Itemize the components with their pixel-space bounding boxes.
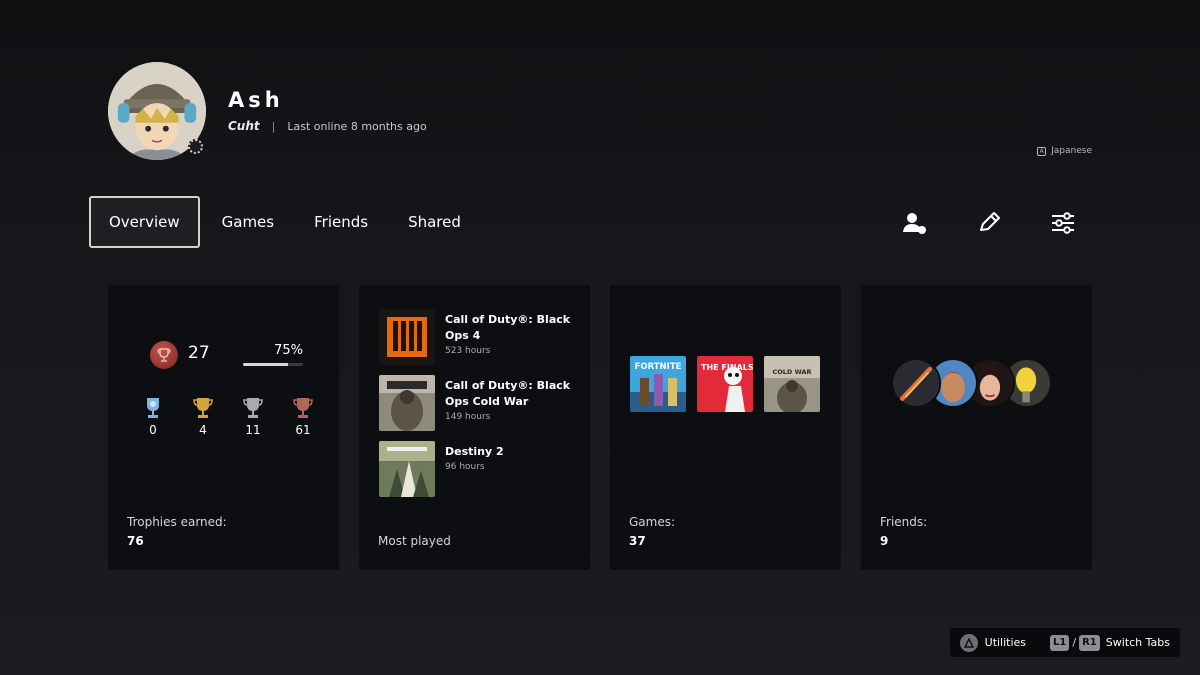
profile-name: Ash [228, 88, 284, 112]
r1-button-icon: R1 [1079, 634, 1100, 651]
separator: | [271, 119, 276, 133]
add-friend-icon [903, 213, 926, 234]
edit-profile-button[interactable] [974, 208, 1004, 238]
silver-count: 11 [245, 423, 261, 437]
gold-trophy-icon [193, 398, 213, 418]
trophy-level-icon [150, 341, 178, 369]
destiny-2-thumbnail [379, 441, 435, 497]
platinum-count: 0 [149, 423, 157, 437]
fortnite-cover: FORTNITE [630, 356, 686, 412]
most-played-card[interactable]: Call of Duty®: Black Ops 4 523 hours Cal… [359, 285, 590, 570]
most-played-footer: Most played [378, 534, 451, 548]
online-status-icon [188, 139, 203, 154]
switch-tabs-hint[interactable]: Switch Tabs [1106, 636, 1170, 649]
friend-avatars [891, 358, 1052, 408]
level-progress-text: 75% [274, 343, 303, 358]
bronze-count: 61 [295, 423, 311, 437]
add-friend-button[interactable] [900, 208, 930, 238]
cold-war-cover: COLD WAR [764, 356, 820, 412]
fortnite-cover-title: FORTNITE [635, 362, 682, 372]
most-played-item[interactable]: Call of Duty®: Black Ops Cold War 149 ho… [379, 375, 585, 431]
language-label: Japanese [1051, 146, 1092, 156]
friends-card[interactable]: Friends: 9 [861, 285, 1092, 570]
game-title: Destiny 2 [445, 445, 504, 458]
friends-label: Friends: [880, 515, 928, 529]
utilities-hint[interactable]: Utilities [985, 636, 1026, 649]
language-indicator: A Japanese [1037, 146, 1092, 156]
tab-friends[interactable]: Friends [296, 196, 386, 248]
hint-slash: / [1072, 636, 1077, 649]
cold-war-thumbnail [379, 375, 435, 431]
platinum-trophy-icon [147, 398, 159, 418]
black-ops-4-thumbnail [379, 309, 435, 365]
game-covers: FORTNITE THE FINALS COLD WAR [630, 356, 831, 412]
profile-toolbar [900, 208, 1078, 238]
games-count: 37 [629, 534, 646, 548]
game-title: Call of Duty®: Black Ops Cold War [445, 379, 571, 408]
trophies-card[interactable]: 27 75% 0 4 11 61 Trophies earned: 76 [108, 285, 339, 570]
controller-hint-bar: Utilities L1 / R1 Switch Tabs [949, 628, 1180, 657]
game-title: Call of Duty®: Black Ops 4 [445, 313, 571, 342]
profile-screen: Ash Cuht | Last online 8 months ago A Ja… [0, 0, 1200, 675]
game-hours: 96 hours [445, 462, 485, 472]
silver-trophy: 11 [228, 397, 278, 437]
friend-avatar [891, 358, 941, 408]
edit-pencil-icon [980, 212, 1000, 231]
tab-games[interactable]: Games [204, 196, 292, 248]
most-played-item[interactable]: Call of Duty®: Black Ops 4 523 hours [379, 309, 585, 365]
platinum-trophy: 0 [128, 397, 178, 437]
profile-tabs: Overview Games Friends Shared [89, 196, 483, 248]
triangle-button-icon [959, 633, 978, 652]
silver-trophy-icon [243, 398, 263, 418]
settings-sliders-icon [1052, 212, 1074, 234]
level-progress-bar [243, 363, 303, 366]
bronze-trophy: 61 [278, 397, 328, 437]
games-label: Games: [629, 515, 676, 529]
games-card[interactable]: FORTNITE THE FINALS COLD WAR Games: 37 [610, 285, 841, 570]
cold-war-cover-title: COLD WAR [772, 368, 811, 376]
friends-count: 9 [880, 534, 889, 548]
bronze-trophy-icon [293, 398, 313, 418]
the-finals-cover: THE FINALS [697, 356, 753, 412]
game-hours: 149 hours [445, 412, 491, 422]
gold-count: 4 [199, 423, 207, 437]
translate-icon: A [1037, 146, 1047, 156]
level-progress: 75% [243, 343, 303, 366]
profile-nickname: Cuht [228, 119, 260, 133]
last-online-text: Last online 8 months ago [287, 119, 427, 133]
games-footer: Games: 37 [629, 515, 675, 548]
gold-trophy: 4 [178, 397, 228, 437]
tab-overview[interactable]: Overview [89, 196, 200, 248]
most-played-item[interactable]: Destiny 2 96 hours [379, 441, 585, 497]
trophy-level: 27 [188, 343, 210, 363]
trophies-label: Trophies earned: [127, 515, 227, 529]
tab-shared[interactable]: Shared [390, 196, 479, 248]
trophies-footer: Trophies earned: 76 [127, 515, 227, 548]
friends-footer: Friends: 9 [880, 515, 927, 548]
trophies-total: 76 [127, 534, 144, 548]
l1-button-icon: L1 [1050, 634, 1070, 651]
trophy-breakdown: 0 4 11 61 [128, 397, 328, 437]
most-played-label: Most played [378, 534, 451, 548]
profile-subline: Cuht | Last online 8 months ago [228, 119, 427, 133]
level-progress-fill [243, 363, 288, 366]
profile-settings-button[interactable] [1048, 208, 1078, 238]
game-hours: 523 hours [445, 346, 491, 356]
